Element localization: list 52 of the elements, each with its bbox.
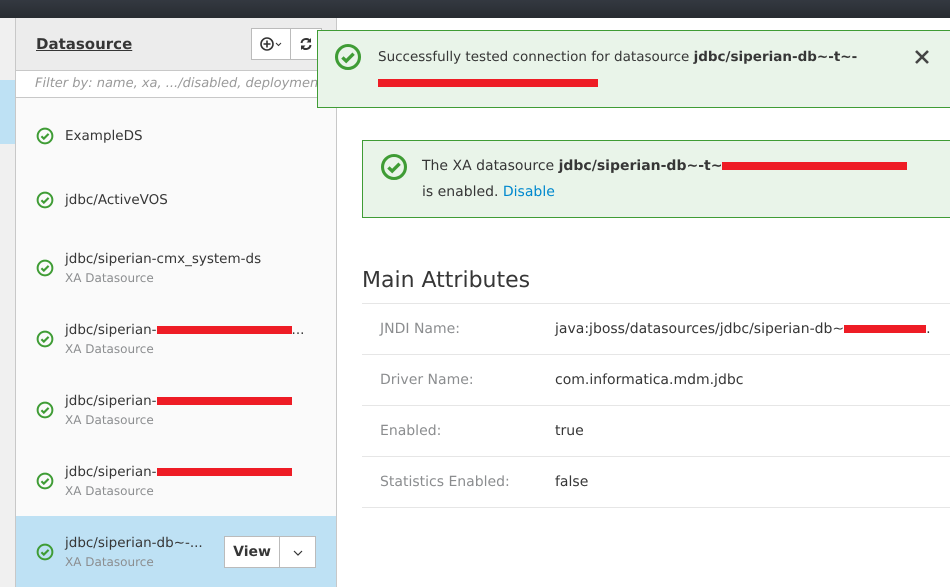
datasource-name: jdbc/siperian-db~-t~ <box>558 158 722 174</box>
check-circle-icon <box>36 191 54 209</box>
datasource-item[interactable]: jdbc/siperian- XA Datasource <box>16 374 336 445</box>
datasource-item[interactable]: ExampleDS <box>16 104 336 168</box>
check-circle-icon <box>36 542 54 560</box>
attribute-value: true <box>555 423 584 439</box>
datasource-name: jdbc/siperian-cmx_system-ds <box>65 250 262 266</box>
ellipsis-text: . <box>926 321 931 337</box>
attribute-label: Driver Name: <box>380 372 475 388</box>
datasource-name: jdbc/ActiveVOS <box>65 192 168 208</box>
caret-icon <box>292 550 302 556</box>
check-circle-icon <box>334 43 362 71</box>
datasource-name: ExampleDS <box>65 128 143 144</box>
attribute-label: Statistics Enabled: <box>380 474 511 490</box>
datasource-item[interactable]: jdbc/siperian- ... XA Datasource <box>16 303 336 374</box>
attribute-label: JNDI Name: <box>380 321 461 337</box>
check-circle-icon <box>36 258 54 276</box>
datasource-name: jdbc/siperian- <box>65 392 157 408</box>
check-circle-icon <box>36 400 54 418</box>
toast-message: Successfully tested connection for datasource <box>378 49 690 65</box>
section-title: Main Attributes <box>362 268 532 293</box>
datasource-name: jdbc/siperian-db~-t~- <box>694 49 858 65</box>
attribute-value: java:jboss/datasources/jdbc/siperian-db~ <box>555 321 844 337</box>
datasource-type: XA Datasource <box>65 342 155 356</box>
nav-highlight <box>0 80 15 144</box>
datasource-type: XA Datasource <box>65 270 155 284</box>
add-dropdown-icon <box>260 36 282 51</box>
alert-text: is enabled. <box>422 184 498 200</box>
close-icon <box>914 49 930 65</box>
add-button[interactable] <box>251 28 291 60</box>
datasource-item[interactable]: jdbc/ActiveVOS <box>16 168 336 232</box>
check-circle-icon <box>36 330 54 348</box>
datasource-item[interactable]: jdbc/siperian- XA Datasource <box>16 445 336 516</box>
check-circle-icon <box>380 153 408 181</box>
ellipsis-text: ... <box>292 322 304 338</box>
datasource-item[interactable]: jdbc/siperian-cmx_system-ds XA Datasource <box>16 232 336 303</box>
datasource-type: XA Datasource <box>65 554 155 568</box>
attribute-value: false <box>555 474 588 490</box>
check-circle-icon <box>36 472 54 490</box>
refresh-icon <box>299 36 313 51</box>
attribute-value: com.informatica.mdm.jdbc <box>555 372 744 388</box>
check-circle-icon <box>36 127 54 145</box>
view-button[interactable]: View <box>224 536 280 568</box>
alert-text: The XA datasource <box>422 158 556 174</box>
sidebar-title[interactable]: Datasource <box>36 34 132 53</box>
datasource-name: jdbc/siperian- <box>65 322 157 338</box>
datasource-name: jdbc/siperian- <box>65 464 157 480</box>
attribute-label: Enabled: <box>380 423 442 439</box>
datasource-type: XA Datasource <box>65 412 155 426</box>
datasource-type: XA Datasource <box>65 484 155 498</box>
datasource-item[interactable]: jdbc/siperian-db~-... XA Datasource View <box>16 516 336 587</box>
datasource-name: jdbc/siperian-db~-... <box>65 534 203 550</box>
